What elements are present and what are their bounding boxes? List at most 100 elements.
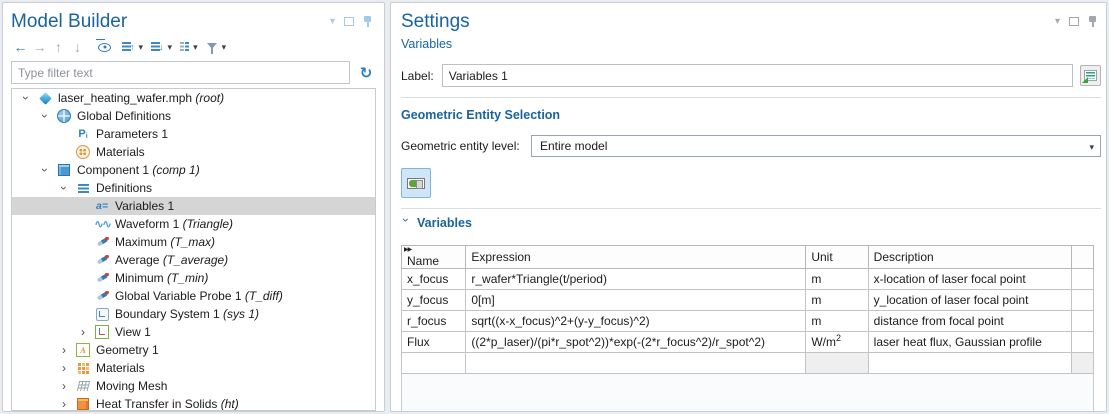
expand-chevron-icon[interactable]: › bbox=[56, 378, 72, 394]
float-panel-icon[interactable] bbox=[344, 17, 354, 26]
collapse-chevron-icon[interactable]: › bbox=[18, 90, 34, 106]
cell-expression[interactable]: sqrt((x-x_focus)^2+(y-y_focus)^2) bbox=[466, 311, 806, 332]
table-row: Flux((2*p_laser)/(pi*r_spot^2))*exp(-(2*… bbox=[402, 332, 1094, 353]
float-panel-icon[interactable] bbox=[1069, 17, 1079, 26]
collapse-chevron-icon[interactable]: › bbox=[37, 108, 53, 124]
tree-item-heat-transfer-in-solids[interactable]: ›Heat Transfer in Solids (ht) bbox=[12, 395, 375, 411]
tree-item-definitions[interactable]: ›Definitions bbox=[12, 179, 375, 197]
cell-empty[interactable] bbox=[466, 353, 806, 374]
document-icon bbox=[1084, 70, 1097, 81]
cell-readonly bbox=[1071, 353, 1093, 374]
tree-item-label: Maximum (T_max) bbox=[115, 235, 215, 249]
tree-item-suffix: (root) bbox=[192, 91, 224, 105]
tree-item-label: Materials bbox=[96, 145, 145, 159]
cell-name[interactable]: y_focus bbox=[402, 290, 466, 311]
tree-item-suffix: (comp 1) bbox=[149, 163, 200, 177]
tree-item-parameters-1[interactable]: Parameters 1 bbox=[12, 125, 375, 143]
cell-description[interactable]: laser heat flux, Gaussian profile bbox=[868, 332, 1071, 353]
tree-item-average[interactable]: Average (T_average) bbox=[12, 251, 375, 269]
tree-item-geometry-1[interactable]: ›Geometry 1 bbox=[12, 341, 375, 359]
cell-unit[interactable]: m bbox=[806, 311, 868, 332]
cell-description[interactable]: y_location of laser focal point bbox=[868, 290, 1071, 311]
probe-icon bbox=[94, 288, 110, 304]
node-label-options-button[interactable]: ▾ bbox=[180, 37, 198, 57]
filter-button[interactable]: ▾ bbox=[206, 37, 227, 57]
tree-item-global-variable-probe-1[interactable]: Global Variable Probe 1 (T_diff) bbox=[12, 287, 375, 305]
tree-item-label: Global Variable Probe 1 (T_diff) bbox=[115, 289, 283, 303]
tree-item-variables-1[interactable]: Variables 1 bbox=[12, 197, 375, 215]
tree-item-materials[interactable]: ›Materials bbox=[12, 359, 375, 377]
go-forward-icon[interactable]: → bbox=[30, 37, 49, 57]
cell-unit[interactable]: W/m2 bbox=[806, 332, 868, 353]
cell-empty[interactable] bbox=[868, 353, 1071, 374]
label-field-label: Label: bbox=[401, 69, 434, 83]
panel-menu-icon[interactable]: ▾ bbox=[330, 18, 335, 26]
cell-name[interactable]: r_focus bbox=[402, 311, 466, 332]
model-builder-toolbar: ← → ↑ ↓ ↑ ▾ ↓ ▾ ▾ ▾ bbox=[11, 36, 376, 58]
model-builder-title: Model Builder bbox=[11, 10, 127, 34]
list-icon bbox=[180, 42, 189, 53]
show-button[interactable] bbox=[95, 37, 114, 57]
tree-item-laser-heating-wafer-mph[interactable]: › laser_heating_wafer.mph (root) bbox=[12, 89, 375, 107]
panel-menu-icon[interactable]: ▾ bbox=[1055, 18, 1060, 26]
cell-name[interactable]: x_focus bbox=[402, 269, 466, 290]
cell-description[interactable]: distance from focal point bbox=[868, 311, 1071, 332]
active-selection-toggle-button[interactable] bbox=[401, 168, 431, 198]
pin-panel-icon[interactable] bbox=[1088, 16, 1097, 27]
tree-item-moving-mesh[interactable]: ›Moving Mesh bbox=[12, 377, 375, 395]
tree-item-label: Waveform 1 (Triangle) bbox=[115, 217, 233, 231]
tree-item-global-definitions[interactable]: ›Global Definitions bbox=[12, 107, 375, 125]
expand-chevron-icon[interactable]: › bbox=[56, 342, 72, 358]
pin-panel-icon[interactable] bbox=[363, 16, 372, 27]
cell-expression[interactable]: r_wafer*Triangle(t/period) bbox=[466, 269, 806, 290]
cell-unit[interactable]: m bbox=[806, 269, 868, 290]
tree-filter-input[interactable] bbox=[11, 61, 350, 84]
variables-section-header[interactable]: › Variables bbox=[401, 216, 1101, 230]
geometric-entity-level-select[interactable]: Entire model ▾ bbox=[531, 135, 1101, 157]
label-input[interactable] bbox=[442, 64, 1073, 87]
geometric-entity-level-row: Geometric entity level: Entire model ▾ bbox=[401, 135, 1101, 157]
go-back-icon[interactable]: ← bbox=[11, 37, 30, 57]
toggle-switch-icon bbox=[407, 178, 425, 189]
show-equation-view-button[interactable] bbox=[1080, 65, 1101, 86]
cell-expression[interactable]: 0[m] bbox=[466, 290, 806, 311]
expand-chevron-icon[interactable]: › bbox=[75, 324, 91, 340]
tree-item-suffix: (sys 1) bbox=[220, 307, 259, 321]
root-icon bbox=[37, 90, 53, 106]
tree-item-label: View 1 bbox=[115, 325, 151, 339]
tree-item-maximum[interactable]: Maximum (T_max) bbox=[12, 233, 375, 251]
cell-unit[interactable]: m bbox=[806, 290, 868, 311]
collapse-chevron-icon[interactable]: › bbox=[37, 162, 53, 178]
dropdown-caret-icon: ▾ bbox=[168, 42, 173, 53]
heat-icon bbox=[75, 396, 91, 411]
expand-chevron-icon[interactable]: › bbox=[56, 396, 72, 411]
dropdown-caret-icon: ▾ bbox=[193, 42, 198, 53]
tree-item-boundary-system-1[interactable]: Boundary System 1 (sys 1) bbox=[12, 305, 375, 323]
cell-description[interactable]: x-location of laser focal point bbox=[868, 269, 1071, 290]
expand-chevron-icon[interactable]: › bbox=[56, 360, 72, 376]
tree-item-minimum[interactable]: Minimum (T_min) bbox=[12, 269, 375, 287]
tree-item-suffix: (T_max) bbox=[167, 235, 215, 249]
move-up-icon[interactable]: ↑ bbox=[49, 37, 68, 57]
cell-expression[interactable]: ((2*p_laser)/(pi*r_spot^2))*exp(-(2*r_fo… bbox=[466, 332, 806, 353]
tree-item-materials[interactable]: Materials bbox=[12, 143, 375, 161]
tree-item-label: laser_heating_wafer.mph (root) bbox=[58, 91, 224, 105]
refresh-icon[interactable]: ↻ bbox=[356, 64, 376, 82]
tree-item-suffix: (T_average) bbox=[159, 253, 228, 267]
model-builder-window-controls: ▾ bbox=[330, 16, 372, 27]
expand-all-button[interactable]: ↑ ▾ bbox=[122, 37, 143, 57]
collapse-chevron-icon[interactable]: › bbox=[56, 180, 72, 196]
move-down-icon[interactable]: ↓ bbox=[68, 37, 87, 57]
collapse-all-button[interactable]: ↓ ▾ bbox=[151, 37, 172, 57]
column-header-description: Description bbox=[868, 246, 1071, 269]
tree-item-label: Parameters 1 bbox=[96, 127, 168, 141]
up-arrow-icon: ↑ bbox=[130, 42, 135, 52]
settings-subtitle: Variables bbox=[401, 37, 470, 51]
tree-item-component-1[interactable]: ›Component 1 (comp 1) bbox=[12, 161, 375, 179]
cell-name[interactable]: Flux bbox=[402, 332, 466, 353]
tree-item-view-1[interactable]: › View 1 bbox=[12, 323, 375, 341]
materials-global-icon bbox=[75, 144, 91, 160]
eye-icon bbox=[98, 43, 111, 52]
cell-empty[interactable] bbox=[402, 353, 466, 374]
tree-item-waveform-1[interactable]: Waveform 1 (Triangle) bbox=[12, 215, 375, 233]
